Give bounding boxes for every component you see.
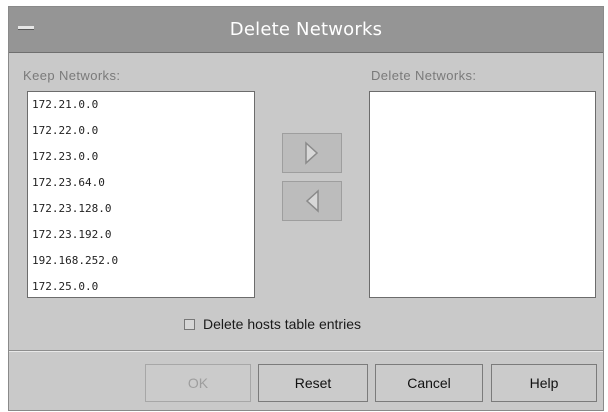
keep-networks-list[interactable]: 172.21.0.0 172.22.0.0 172.23.0.0 172.23.… [27,91,255,298]
move-to-delete-button[interactable] [282,133,342,173]
arrow-right-icon [305,141,319,165]
keep-networks-label: Keep Networks: [23,68,121,83]
list-item[interactable]: 172.25.0.0 [28,274,254,300]
delete-networks-label: Delete Networks: [371,68,477,83]
list-item[interactable]: 172.23.128.0 [28,196,254,222]
dialog-title: Delete Networks [229,19,383,40]
ok-button[interactable]: OK [145,364,251,402]
delete-hosts-label: Delete hosts table entries [203,316,361,332]
title-bar[interactable]: Delete Networks [9,7,603,53]
arrow-left-icon [305,189,319,213]
move-to-keep-button[interactable] [282,181,342,221]
list-item[interactable]: 172.23.64.0 [28,170,254,196]
delete-networks-dialog: Delete Networks Keep Networks: Delete Ne… [8,6,604,411]
list-item[interactable]: 172.23.192.0 [28,222,254,248]
delete-hosts-checkbox[interactable] [184,318,195,330]
list-item[interactable]: 172.23.0.0 [28,144,254,170]
delete-hosts-option[interactable]: Delete hosts table entries [184,314,361,334]
list-item[interactable]: 192.168.252.0 [28,248,254,274]
delete-networks-list[interactable] [369,91,596,298]
list-item[interactable]: 172.21.0.0 [28,92,254,118]
separator [9,350,603,352]
cancel-button[interactable]: Cancel [375,364,483,402]
reset-button[interactable]: Reset [258,364,368,402]
help-button[interactable]: Help [491,364,597,402]
list-item[interactable]: 172.22.0.0 [28,118,254,144]
